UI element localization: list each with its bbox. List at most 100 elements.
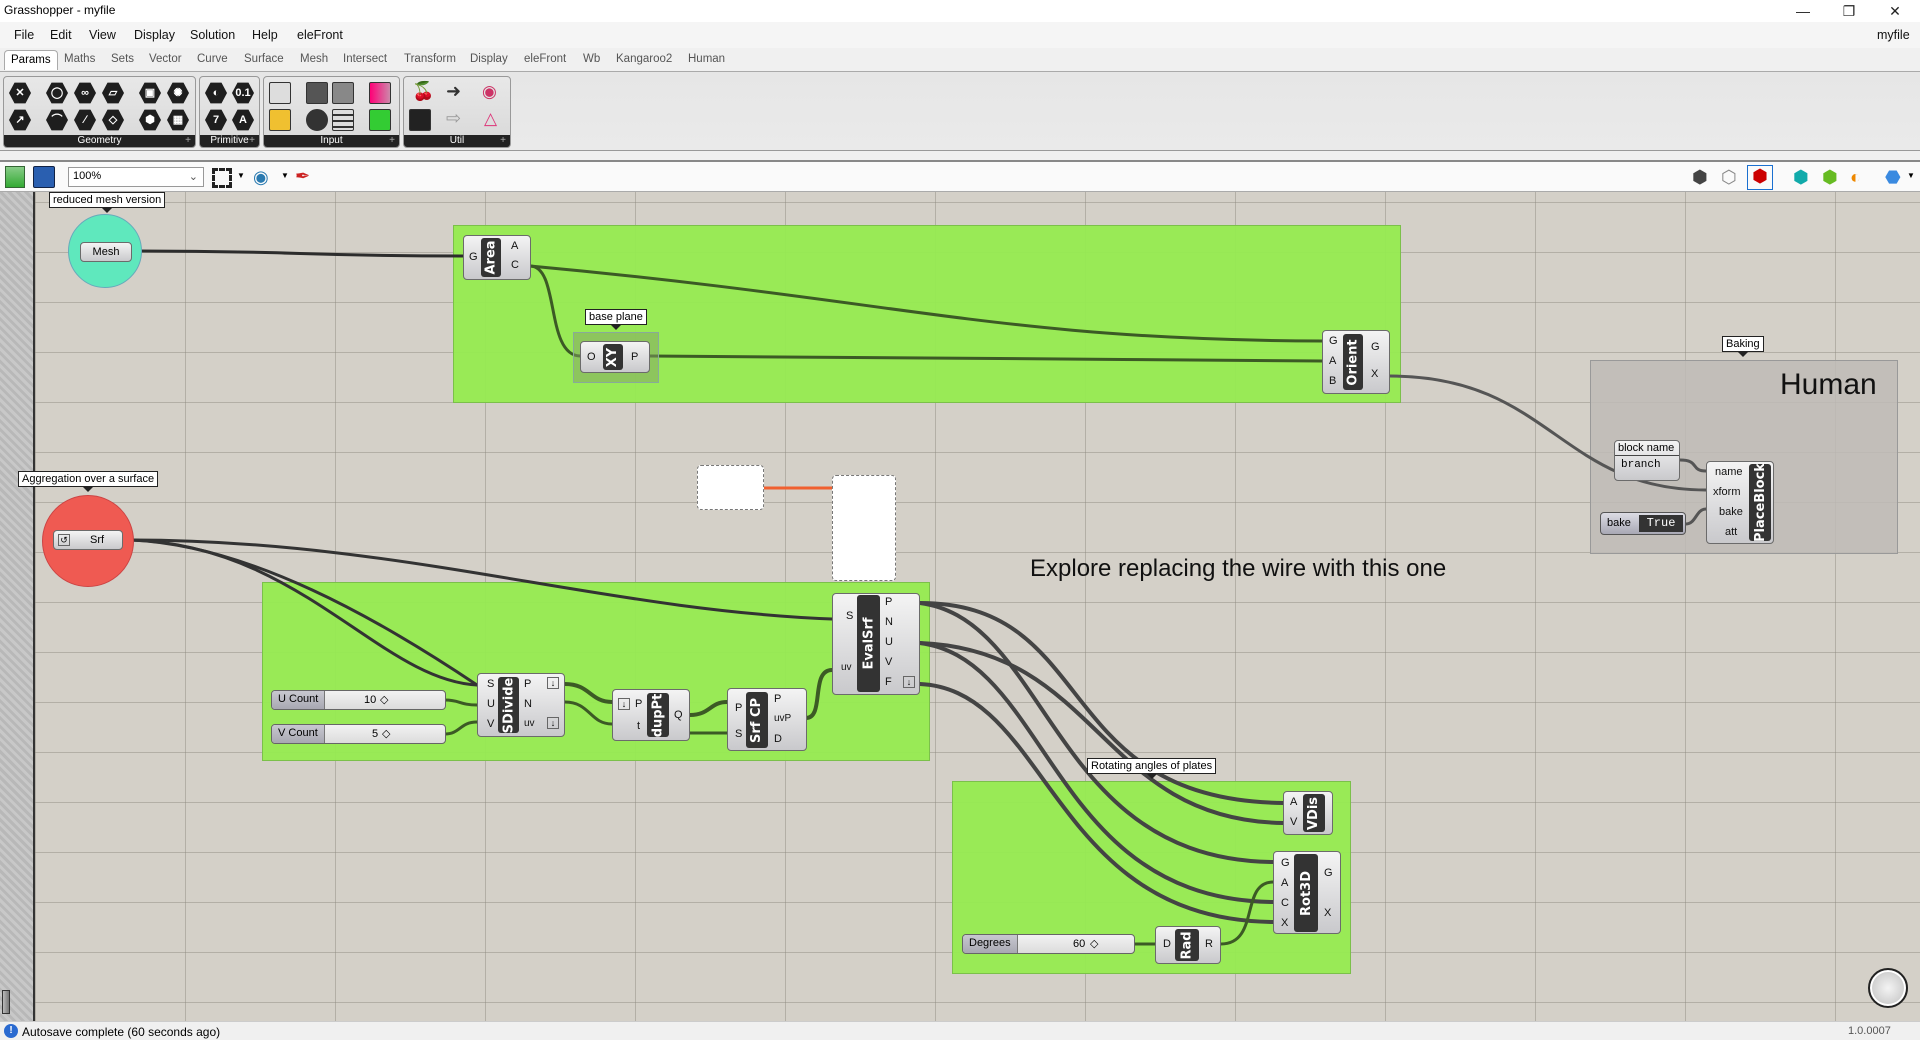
sdivide-component[interactable]: S U V SDivide P N uv ↓ ↓ [477, 673, 565, 737]
button-icon[interactable] [306, 109, 328, 131]
preview-eye-icon[interactable]: ◉ [253, 167, 269, 188]
input-port[interactable]: xform [1713, 486, 1741, 498]
output-port[interactable]: X [1371, 368, 1378, 380]
slider-grip[interactable]: ◇ [1090, 937, 1098, 950]
input-port[interactable]: G [469, 251, 478, 263]
zoom-extents-icon[interactable] [212, 168, 232, 188]
circle-icon[interactable]: ◯ [46, 82, 68, 104]
toggle-icon[interactable] [306, 82, 328, 104]
output-port[interactable]: A [511, 240, 518, 252]
splitter-handle[interactable] [2, 990, 10, 1014]
wireframe-preview-icon[interactable]: ⬢ [1692, 167, 1708, 188]
output-port[interactable]: Q [674, 709, 683, 721]
tab-wb[interactable]: Wb [583, 53, 600, 65]
output-port[interactable]: P [774, 693, 781, 705]
tab-surface[interactable]: Surface [244, 53, 284, 65]
output-port[interactable]: D [774, 733, 782, 745]
input-port[interactable]: uv [841, 662, 852, 673]
menu-file[interactable]: File [14, 28, 34, 42]
v-count-slider[interactable]: V Count 5 ◇ [271, 724, 446, 744]
panel-label-geometry[interactable]: Geometry + [4, 135, 195, 147]
relay-icon[interactable]: ➜ [446, 81, 461, 102]
scribble-note[interactable]: Explore replacing the wire with this one [1030, 555, 1446, 583]
srf-param[interactable]: ↺ Srf [53, 530, 123, 550]
curve-icon[interactable]: ∞ [74, 82, 96, 104]
orient-component[interactable]: G A B Orient G X [1322, 330, 1390, 394]
toggle-value[interactable]: True [1639, 515, 1683, 532]
input-port[interactable]: X [1281, 917, 1288, 929]
tab-elefront[interactable]: eleFront [524, 53, 566, 65]
minimize-button[interactable]: — [1780, 0, 1826, 22]
chevron-down-icon[interactable]: ▼ [237, 171, 245, 180]
output-port[interactable]: N [885, 616, 893, 628]
output-port[interactable]: X [1324, 907, 1331, 919]
input-port[interactable]: G [1329, 335, 1338, 347]
vdis-component[interactable]: A V VDis [1283, 791, 1333, 835]
input-port[interactable]: t [637, 720, 640, 732]
input-port[interactable]: G [1281, 857, 1290, 869]
menu-edit[interactable]: Edit [50, 28, 72, 42]
tab-vector[interactable]: Vector [149, 53, 182, 65]
output-port[interactable]: V [885, 656, 892, 668]
output-port[interactable]: P [524, 678, 531, 690]
geometry-icon[interactable]: ✕ [9, 82, 31, 104]
text-icon[interactable]: A [232, 109, 254, 131]
input-port[interactable]: S [846, 610, 853, 622]
rad-component[interactable]: D Rad R [1155, 926, 1221, 964]
output-port[interactable]: P [631, 351, 638, 363]
tab-params[interactable]: Params [4, 50, 58, 70]
chevron-down-icon[interactable]: ▼ [1907, 171, 1915, 180]
tab-human[interactable]: Human [688, 53, 725, 65]
panel-value[interactable]: branch [1615, 456, 1679, 474]
input-port[interactable]: A [1290, 796, 1297, 808]
open-file-icon[interactable] [5, 166, 25, 188]
sphere-preview-icon[interactable]: ⬣ [1885, 167, 1901, 188]
output-port[interactable]: U [885, 636, 893, 648]
panel-label-input[interactable]: Input + [264, 135, 399, 147]
box-icon[interactable]: ▣ [139, 82, 161, 104]
cherry-picker-icon[interactable]: 🍒 [412, 81, 434, 102]
menu-help[interactable]: Help [252, 28, 278, 42]
srfcp-component[interactable]: P S Srf CP P uvP D [727, 688, 807, 751]
gradient-icon[interactable] [369, 82, 391, 104]
line-icon[interactable]: ∕ [74, 109, 96, 131]
placeholder-component[interactable] [832, 475, 896, 581]
rot3d-component[interactable]: G A C X Rot3D G X [1273, 851, 1341, 934]
input-port[interactable]: S [487, 678, 494, 690]
value-list-icon[interactable] [332, 109, 354, 131]
arc-icon[interactable]: ⌒ [46, 109, 68, 131]
output-port[interactable]: P [885, 596, 892, 608]
number-slider-icon[interactable] [332, 82, 354, 104]
input-port[interactable]: B [1329, 375, 1336, 387]
graph-mapper-icon[interactable] [269, 109, 291, 131]
output-port[interactable]: uvP [774, 713, 791, 724]
placeholder-component[interactable] [697, 465, 764, 510]
bake-toggle[interactable]: bake True [1600, 512, 1686, 535]
menu-elefront[interactable]: eleFront [297, 28, 343, 42]
brep-icon[interactable]: ⬢ [139, 109, 161, 131]
sketch-pen-icon[interactable]: ✒ [295, 166, 310, 187]
zoom-select[interactable]: 100% ⌄ [68, 167, 204, 187]
duppt-component[interactable]: ↓ P t dupPt Q [612, 689, 690, 741]
degrees-slider[interactable]: Degrees 60 ◇ [962, 934, 1135, 954]
tab-kangaroo2[interactable]: Kangaroo2 [616, 53, 672, 65]
colour-swatch-icon[interactable] [369, 109, 391, 131]
evalsrf-component[interactable]: S uv EvalSrf P N U V F ↓ [832, 593, 920, 695]
output-port[interactable]: C [511, 259, 519, 271]
vector-icon[interactable]: ↗ [9, 109, 31, 131]
plane-icon[interactable]: ◇ [102, 109, 124, 131]
output-port[interactable]: G [1324, 867, 1333, 879]
data-input-icon[interactable] [269, 82, 291, 104]
input-port[interactable]: att [1725, 526, 1737, 538]
close-button[interactable]: ✕ [1872, 0, 1918, 22]
tree-icon[interactable] [409, 109, 431, 131]
output-port[interactable]: F [885, 676, 892, 688]
placeblock-component[interactable]: name xform bake att PlaceBlock [1706, 461, 1774, 544]
u-count-slider[interactable]: U Count 10 ◇ [271, 690, 446, 710]
input-port[interactable]: name [1715, 466, 1743, 478]
input-port[interactable]: D [1163, 938, 1171, 950]
chevron-down-icon[interactable]: ▼ [281, 171, 289, 180]
xy-plane-component[interactable]: O XY P [580, 341, 650, 373]
output-port[interactable]: R [1205, 938, 1213, 950]
input-port[interactable]: V [1290, 816, 1297, 828]
